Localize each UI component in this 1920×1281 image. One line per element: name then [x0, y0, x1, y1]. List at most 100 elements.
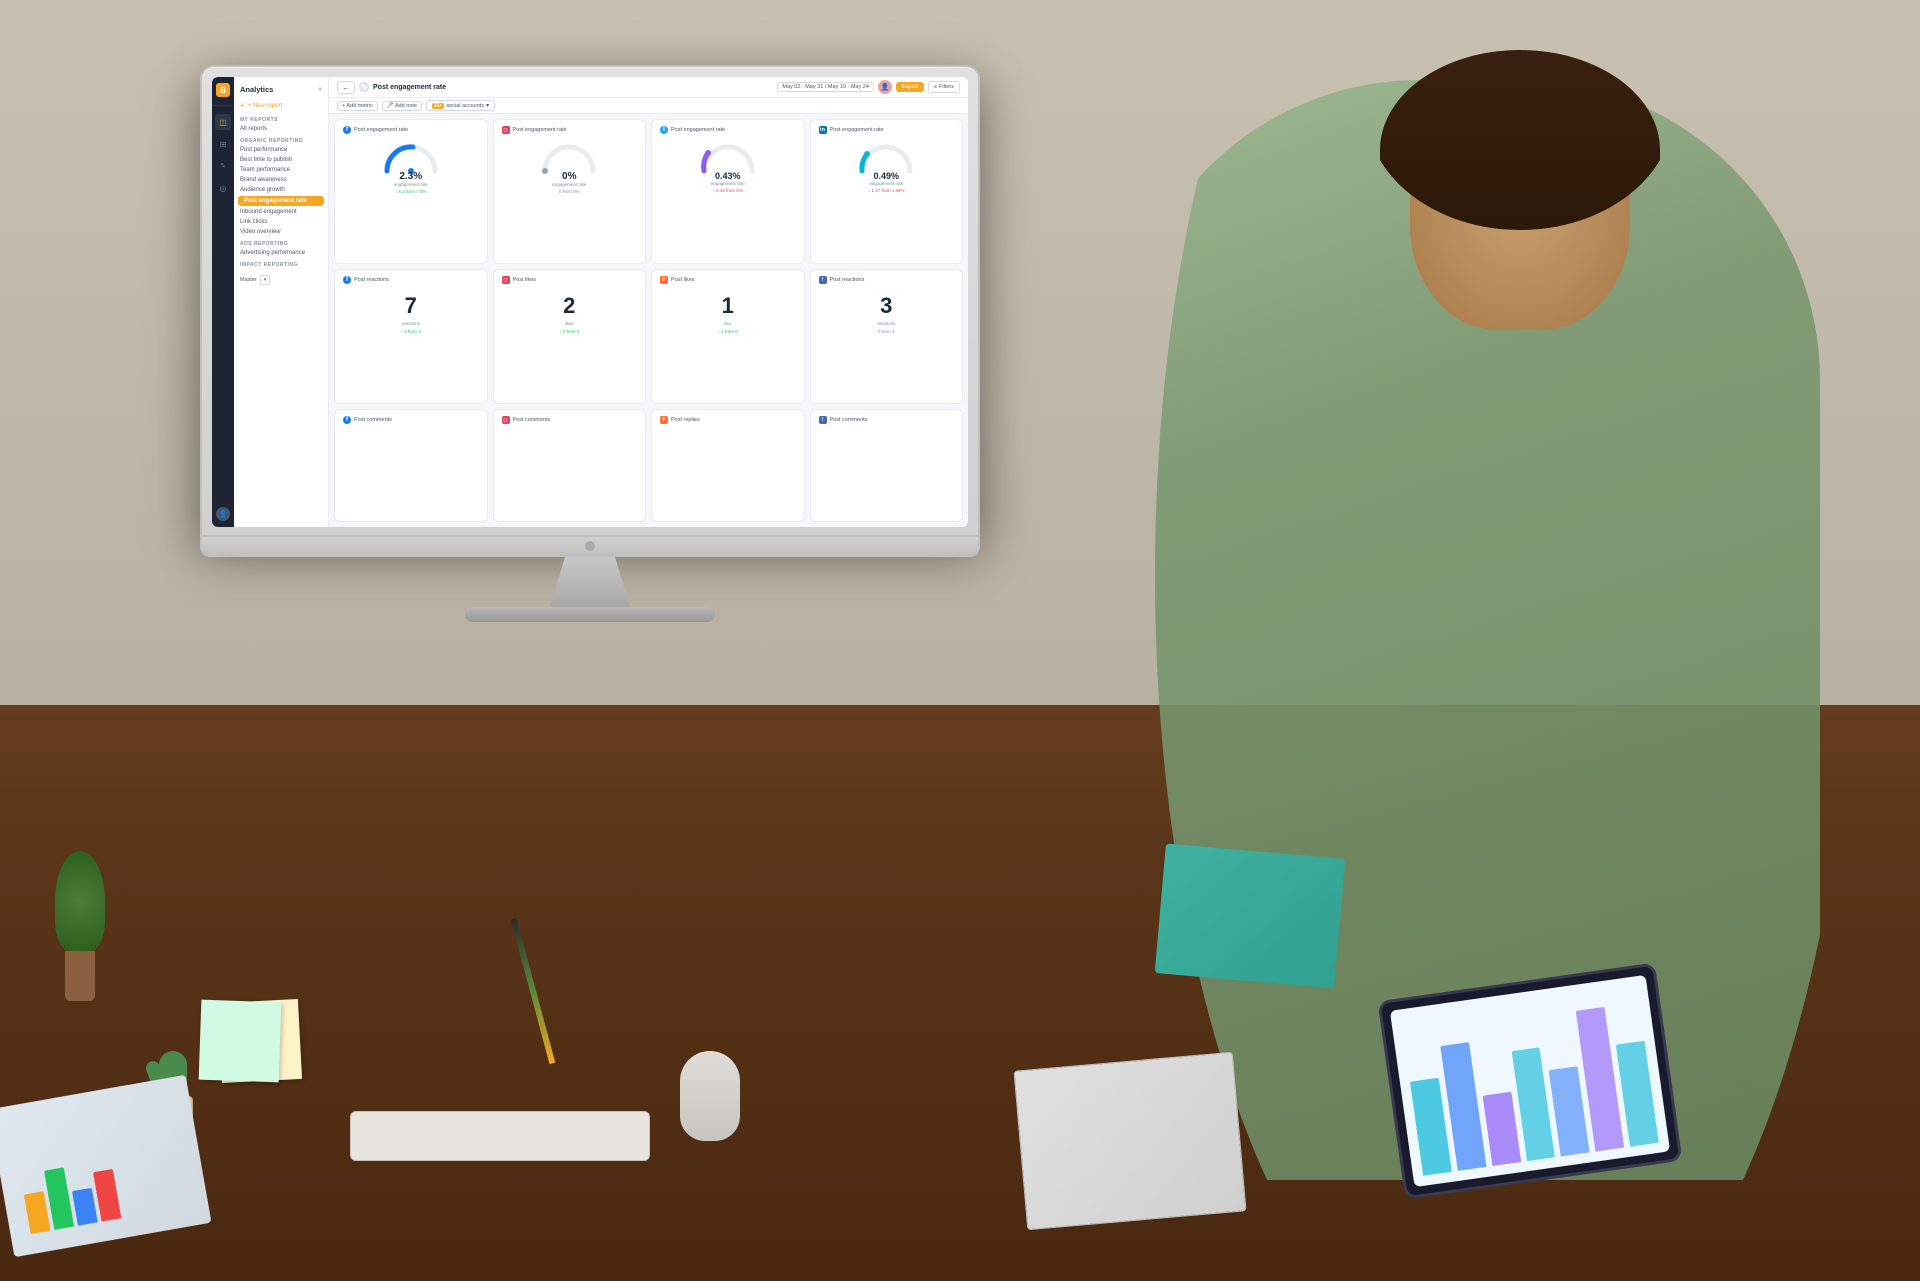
nav-publish-icon[interactable]: ✎ — [215, 158, 231, 174]
filter-button[interactable]: ≡ Filters — [928, 81, 960, 93]
plus-icon: + — [240, 101, 245, 110]
nav-engage-icon[interactable]: ◎ — [215, 180, 231, 196]
analytics-title: Analytics — [240, 85, 273, 94]
avatar-icon[interactable]: 👤 — [216, 507, 230, 521]
metric-card-12: f Post comments — [810, 409, 964, 522]
workspace-row: Master ▾ — [234, 269, 328, 289]
card-3-change: ↓ 0.43 from 0% — [713, 188, 743, 193]
gauge-svg-1 — [379, 137, 443, 175]
card-6-label: likes — [565, 321, 574, 326]
nav-item-all-reports[interactable]: All reports — [234, 124, 328, 134]
add-note-button[interactable]: 🖊 Add note — [382, 101, 422, 111]
fb-icon-9: f — [343, 416, 351, 424]
fb2-icon-12: f — [819, 416, 827, 424]
tablet — [1377, 962, 1682, 1199]
fb-icon-5: f — [343, 276, 351, 284]
sticky-note-green — [199, 1000, 282, 1083]
social-count-badge: 21+ — [432, 103, 444, 109]
metric-card-4: in Post engagement rate 0.49% engagement… — [810, 119, 964, 264]
card-8-label: reactions — [877, 321, 895, 326]
gauge-svg-3 — [696, 137, 760, 175]
card-1-sublabel: engagement rate — [394, 182, 428, 187]
card-6-value: 2 — [563, 293, 575, 319]
fb2-icon-8: f — [819, 276, 827, 284]
ig-icon-10: ◻ — [502, 416, 510, 424]
card-4-title-row: in Post engagement rate — [819, 126, 884, 134]
workspace-dropdown[interactable]: ▾ — [260, 275, 271, 285]
metric-card-11: P Post replies — [651, 409, 805, 522]
card-8-change: 0 from 3 — [878, 329, 895, 334]
card-1-change: ↑ 5.2 from 7.5% — [395, 189, 427, 194]
nav-item-brand[interactable]: Brand awareness — [234, 175, 328, 185]
nav-item-link-clicks[interactable]: Link clicks — [234, 217, 328, 227]
nav-item-best-time[interactable]: Best time to publish — [234, 155, 328, 165]
nav-home-icon[interactable]: ⊞ — [215, 136, 231, 152]
card-5-change: ↑ 4 from 3 — [401, 329, 421, 334]
pi-icon-7: P — [660, 276, 668, 284]
nav-item-engagement[interactable]: Post engagement rate — [238, 196, 324, 206]
card-3-title: Post engagement rate — [671, 127, 725, 133]
social-accounts-button[interactable]: 21+ social accounts ▾ — [426, 100, 495, 111]
card-1-title: Post engagement rate — [354, 127, 408, 133]
card-7-title: Post likes — [671, 277, 695, 283]
card-10-title: Post comments — [513, 417, 551, 423]
card-3-title-row: t Post engagement rate — [660, 126, 725, 134]
nav-item-post-perf[interactable]: Post performance — [234, 145, 328, 155]
new-report-label: + New report — [248, 103, 283, 109]
background: B ◫ ⊞ ✎ ◎ 👤 Analytics « + — [0, 0, 1920, 1281]
card-9-title: Post comments — [354, 417, 392, 423]
nav-item-ads[interactable]: Advertising performance — [234, 248, 328, 258]
main-content: ← 📄 Post engagement rate May 02 - May 31… — [329, 77, 968, 527]
card-12-title-row: f Post comments — [819, 416, 955, 424]
add-metric-button[interactable]: + Add metric — [337, 101, 378, 111]
metric-card-9: f Post comments — [334, 409, 488, 522]
card-8-value: 3 — [880, 293, 892, 319]
card-7-title-row: P Post likes — [660, 276, 695, 284]
nav-item-audience[interactable]: Audience growth — [234, 185, 328, 195]
card-2-title-row: ◻ Post engagement rate — [502, 126, 567, 134]
card-9-title-row: f Post comments — [343, 416, 479, 424]
gauge-svg-2 — [537, 137, 601, 175]
card-12-title: Post comments — [830, 417, 868, 423]
card-4-sublabel: engagement rate — [869, 181, 903, 186]
metric-card-7: P Post likes 1 like ↑ 1 from 0 — [651, 269, 805, 404]
user-avatar[interactable]: 👤 — [878, 80, 892, 94]
filter-icon: ≡ — [934, 84, 937, 90]
page-icon: 📄 — [359, 82, 369, 92]
app-logo: B — [216, 83, 230, 97]
card-5-title: Post reactions — [354, 277, 389, 283]
monitor-assembly: B ◫ ⊞ ✎ ◎ 👤 Analytics « + — [200, 65, 980, 622]
card-7-value: 1 — [722, 293, 734, 319]
back-button[interactable]: ← — [337, 81, 355, 94]
new-report-btn[interactable]: + + New report — [234, 98, 328, 113]
card-8-title-row: f Post reactions — [819, 276, 865, 284]
card-8-title: Post reactions — [830, 277, 865, 283]
nav-item-inbound[interactable]: Inbound engagement — [234, 207, 328, 217]
ig-icon-2: ◻ — [502, 126, 510, 134]
metric-card-1: f Post engagement rate — [334, 119, 488, 264]
date-range[interactable]: May 02 - May 31 / May 19 - May 24 — [777, 82, 874, 92]
card-11-title: Post replies — [671, 417, 700, 423]
collapse-icon[interactable]: « — [318, 86, 322, 93]
nav-item-team-perf[interactable]: Team performance — [234, 165, 328, 175]
metric-card-3: t Post engagement rate 0.43% engagement … — [651, 119, 805, 264]
metric-card-2: ◻ Post engagement rate 0% engagement rat… — [493, 119, 647, 264]
metric-card-10: ◻ Post comments — [493, 409, 647, 522]
metrics-grid: f Post engagement rate — [329, 114, 968, 527]
card-4-change: ↓ 1.17 from 1.66% — [868, 188, 905, 193]
card-2-change: 0 from 0% — [559, 189, 580, 194]
nav-analytics-icon[interactable]: ◫ — [215, 114, 231, 130]
impact-label: IMPACT REPORTING — [234, 258, 328, 269]
filter-label: Filters — [939, 84, 954, 90]
mouse — [680, 1051, 740, 1141]
nav-sidebar: Analytics « + + New report MY REPORTS Al… — [234, 77, 329, 527]
card-3-sublabel: engagement rate — [711, 181, 745, 186]
pi-icon-11: P — [660, 416, 668, 424]
card-3-value: 0.43% — [715, 171, 741, 181]
card-2-title: Post engagement rate — [513, 127, 567, 133]
keyboard — [350, 1111, 650, 1161]
card-5-label: reactions — [402, 321, 420, 326]
card-6-title-row: ◻ Post likes — [502, 276, 537, 284]
nav-item-video[interactable]: Video overview — [234, 227, 328, 237]
export-button[interactable]: Export — [896, 82, 924, 92]
